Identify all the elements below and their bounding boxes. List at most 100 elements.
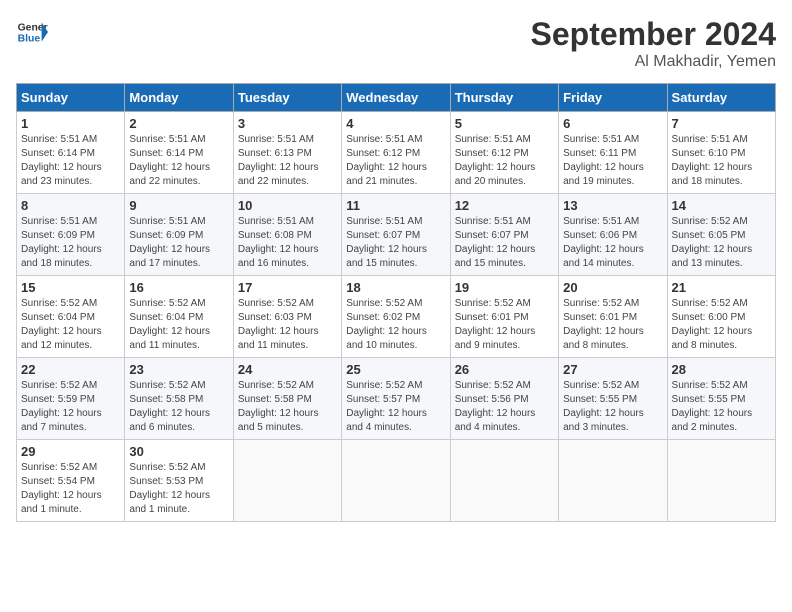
day-info: Sunrise: 5:51 AMSunset: 6:12 PMDaylight:… <box>346 133 445 189</box>
day-info: Sunrise: 5:52 AMSunset: 5:57 PMDaylight:… <box>346 379 445 435</box>
calendar-cell: 2Sunrise: 5:51 AMSunset: 6:14 PMDaylight… <box>125 112 233 194</box>
day-info: Sunrise: 5:51 AMSunset: 6:09 PMDaylight:… <box>129 215 228 271</box>
day-info: Sunrise: 5:52 AMSunset: 6:01 PMDaylight:… <box>563 297 662 353</box>
location: Al Makhadir, Yemen <box>531 53 776 71</box>
day-info: Sunrise: 5:51 AMSunset: 6:07 PMDaylight:… <box>346 215 445 271</box>
day-info: Sunrise: 5:51 AMSunset: 6:10 PMDaylight:… <box>672 133 771 189</box>
day-number: 2 <box>129 116 228 131</box>
calendar-cell: 24 Sunrise: 5:52 AMSunset: 5:58 PMDayligh… <box>233 358 341 440</box>
day-number: 21 <box>672 280 771 295</box>
logo-icon: General Blue <box>16 16 48 48</box>
day-number: 5 <box>455 116 554 131</box>
day-number: 27 <box>563 362 662 377</box>
calendar-cell <box>450 440 558 522</box>
weekday-header: Monday <box>125 84 233 112</box>
calendar-cell: 22 Sunrise: 5:52 AMSunset: 5:59 PMDayligh… <box>17 358 125 440</box>
day-info: Sunrise: 5:52 AMSunset: 6:02 PMDaylight:… <box>346 297 445 353</box>
calendar-cell: 18 Sunrise: 5:52 AMSunset: 6:02 PMDayligh… <box>342 276 450 358</box>
calendar-cell: 20Sunrise: 5:52 AMSunset: 6:01 PMDayligh… <box>559 276 667 358</box>
day-info: Sunrise: 5:52 AMSunset: 5:56 PMDaylight:… <box>455 379 554 435</box>
day-info: Sunrise: 5:52 AMSunset: 5:59 PMDaylight:… <box>21 379 120 435</box>
weekday-header: Sunday <box>17 84 125 112</box>
calendar-cell <box>667 440 775 522</box>
day-number: 4 <box>346 116 445 131</box>
svg-text:Blue: Blue <box>18 34 41 45</box>
day-number: 15 <box>21 280 120 295</box>
calendar-cell: 29 Sunrise: 5:52 AMSunset: 5:54 PMDayligh… <box>17 440 125 522</box>
day-info: Sunrise: 5:52 AMSunset: 5:55 PMDaylight:… <box>563 379 662 435</box>
day-number: 8 <box>21 198 120 213</box>
day-info: Sunrise: 5:51 AMSunset: 6:12 PMDaylight:… <box>455 133 554 189</box>
calendar-cell: 3 Sunrise: 5:51 AMSunset: 6:13 PMDaylight… <box>233 112 341 194</box>
weekday-header: Saturday <box>667 84 775 112</box>
calendar-cell: 13 Sunrise: 5:51 AMSunset: 6:06 PMDayligh… <box>559 194 667 276</box>
page-header: General Blue September 2024 Al Makhadir,… <box>16 16 776 71</box>
day-number: 28 <box>672 362 771 377</box>
calendar-cell: 21 Sunrise: 5:52 AMSunset: 6:00 PMDayligh… <box>667 276 775 358</box>
calendar-cell: 8 Sunrise: 5:51 AMSunset: 6:09 PMDaylight… <box>17 194 125 276</box>
day-number: 9 <box>129 198 228 213</box>
day-info: Sunrise: 5:51 AMSunset: 6:06 PMDaylight:… <box>563 215 662 271</box>
day-number: 29 <box>21 444 120 459</box>
calendar-week-row: 29 Sunrise: 5:52 AMSunset: 5:54 PMDayligh… <box>17 440 776 522</box>
calendar-week-row: 1Sunrise: 5:51 AMSunset: 6:14 PMDaylight… <box>17 112 776 194</box>
weekday-header: Friday <box>559 84 667 112</box>
day-info: Sunrise: 5:52 AMSunset: 6:01 PMDaylight:… <box>455 297 554 353</box>
day-number: 23 <box>129 362 228 377</box>
day-number: 7 <box>672 116 771 131</box>
calendar-cell: 11 Sunrise: 5:51 AMSunset: 6:07 PMDayligh… <box>342 194 450 276</box>
day-number: 1 <box>21 116 120 131</box>
calendar-cell: 1Sunrise: 5:51 AMSunset: 6:14 PMDaylight… <box>17 112 125 194</box>
calendar-table: SundayMondayTuesdayWednesdayThursdayFrid… <box>16 83 776 522</box>
calendar-cell <box>342 440 450 522</box>
calendar-cell: 27 Sunrise: 5:52 AMSunset: 5:55 PMDayligh… <box>559 358 667 440</box>
day-number: 11 <box>346 198 445 213</box>
day-info: Sunrise: 5:52 AMSunset: 6:04 PMDaylight:… <box>21 297 120 353</box>
day-info: Sunrise: 5:52 AMSunset: 5:55 PMDaylight:… <box>672 379 771 435</box>
calendar-cell: 14Sunrise: 5:52 AMSunset: 6:05 PMDayligh… <box>667 194 775 276</box>
weekday-header: Wednesday <box>342 84 450 112</box>
calendar-cell <box>233 440 341 522</box>
day-info: Sunrise: 5:52 AMSunset: 6:00 PMDaylight:… <box>672 297 771 353</box>
day-number: 18 <box>346 280 445 295</box>
day-number: 26 <box>455 362 554 377</box>
calendar-cell: 23 Sunrise: 5:52 AMSunset: 5:58 PMDayligh… <box>125 358 233 440</box>
day-info: Sunrise: 5:51 AMSunset: 6:13 PMDaylight:… <box>238 133 337 189</box>
day-number: 3 <box>238 116 337 131</box>
title-block: September 2024 Al Makhadir, Yemen <box>531 16 776 71</box>
day-number: 10 <box>238 198 337 213</box>
day-number: 13 <box>563 198 662 213</box>
day-number: 19 <box>455 280 554 295</box>
calendar-cell: 4 Sunrise: 5:51 AMSunset: 6:12 PMDaylight… <box>342 112 450 194</box>
calendar-cell: 12 Sunrise: 5:51 AMSunset: 6:07 PMDayligh… <box>450 194 558 276</box>
calendar-cell: 7 Sunrise: 5:51 AMSunset: 6:10 PMDaylight… <box>667 112 775 194</box>
day-number: 12 <box>455 198 554 213</box>
logo: General Blue <box>16 16 48 48</box>
calendar-header-row: SundayMondayTuesdayWednesdayThursdayFrid… <box>17 84 776 112</box>
day-info: Sunrise: 5:51 AMSunset: 6:09 PMDaylight:… <box>21 215 120 271</box>
day-info: Sunrise: 5:51 AMSunset: 6:07 PMDaylight:… <box>455 215 554 271</box>
month-title: September 2024 <box>531 16 776 53</box>
calendar-cell: 25 Sunrise: 5:52 AMSunset: 5:57 PMDayligh… <box>342 358 450 440</box>
day-number: 22 <box>21 362 120 377</box>
calendar-week-row: 15 Sunrise: 5:52 AMSunset: 6:04 PMDayligh… <box>17 276 776 358</box>
day-info: Sunrise: 5:52 AMSunset: 6:04 PMDaylight:… <box>129 297 228 353</box>
day-info: Sunrise: 5:52 AMSunset: 6:05 PMDaylight:… <box>672 215 771 271</box>
weekday-header: Tuesday <box>233 84 341 112</box>
calendar-cell: 9 Sunrise: 5:51 AMSunset: 6:09 PMDaylight… <box>125 194 233 276</box>
day-info: Sunrise: 5:52 AMSunset: 5:58 PMDaylight:… <box>238 379 337 435</box>
day-number: 16 <box>129 280 228 295</box>
day-number: 25 <box>346 362 445 377</box>
calendar-cell: 15 Sunrise: 5:52 AMSunset: 6:04 PMDayligh… <box>17 276 125 358</box>
day-number: 17 <box>238 280 337 295</box>
weekday-header: Thursday <box>450 84 558 112</box>
day-info: Sunrise: 5:52 AMSunset: 5:58 PMDaylight:… <box>129 379 228 435</box>
calendar-cell: 10Sunrise: 5:51 AMSunset: 6:08 PMDayligh… <box>233 194 341 276</box>
day-number: 24 <box>238 362 337 377</box>
calendar-week-row: 8 Sunrise: 5:51 AMSunset: 6:09 PMDaylight… <box>17 194 776 276</box>
day-number: 30 <box>129 444 228 459</box>
day-info: Sunrise: 5:52 AMSunset: 5:54 PMDaylight:… <box>21 461 120 517</box>
calendar-cell: 26 Sunrise: 5:52 AMSunset: 5:56 PMDayligh… <box>450 358 558 440</box>
calendar-cell <box>559 440 667 522</box>
calendar-cell: 16 Sunrise: 5:52 AMSunset: 6:04 PMDayligh… <box>125 276 233 358</box>
